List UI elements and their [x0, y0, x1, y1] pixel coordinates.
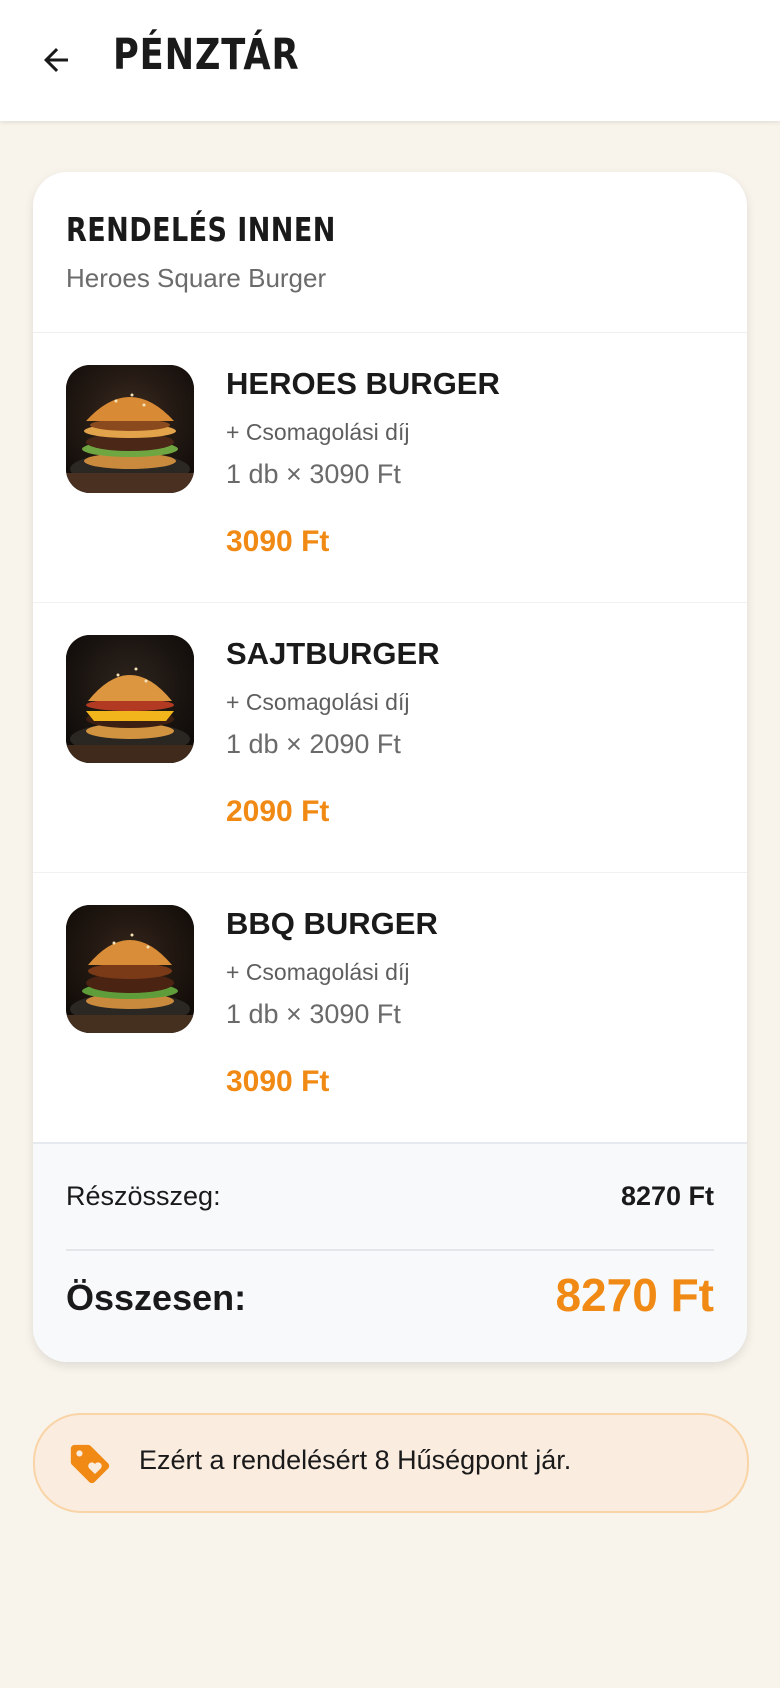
totals-section: Részösszeg: 8270 Ft Összesen: 8270 Ft: [33, 1142, 747, 1362]
item-price: 2090 Ft: [226, 795, 330, 828]
arrow-left-icon: [44, 48, 68, 72]
burger-image: [66, 365, 194, 493]
loyalty-text: Ezért a rendelésért 8 Hűségpont jár.: [139, 1445, 572, 1475]
subtotal-label: Részösszeg:: [66, 1181, 221, 1211]
item-extra: + Csomagolási díj: [226, 689, 410, 715]
item-price: 3090 Ft: [226, 525, 330, 558]
item-name: BBQ BURGER: [226, 906, 438, 941]
back-button[interactable]: [36, 40, 76, 80]
order-item: HEROES BURGER + Csomagolási díj 1 db × 3…: [33, 332, 747, 603]
order-item: SAJTBURGER + Csomagolási díj 1 db × 2090…: [33, 602, 747, 873]
item-quantity: 1 db × 3090 Ft: [226, 459, 401, 489]
subtotal-value: 8270 Ft: [620, 1181, 714, 1211]
item-quantity: 1 db × 2090 Ft: [226, 729, 401, 759]
burger-image: [66, 905, 194, 1033]
restaurant-name: Heroes Square Burger: [66, 263, 327, 293]
item-extra: + Csomagolási díj: [226, 419, 410, 445]
item-name: SAJTBURGER: [226, 636, 440, 671]
item-extra: + Csomagolási díj: [226, 959, 410, 985]
burger-image: [66, 635, 194, 763]
item-name: HEROES BURGER: [226, 366, 500, 401]
total-label: Összesen:: [66, 1277, 247, 1318]
restaurant-heading: RENDELÉS INNEN: [66, 210, 336, 249]
order-card: RENDELÉS INNEN Heroes Square Burger HERO…: [33, 172, 747, 1362]
loyalty-banner: Ezért a rendelésért 8 Hűségpont jár.: [33, 1413, 749, 1513]
app-bar: PÉNZTÁR: [0, 0, 780, 121]
item-price: 3090 Ft: [226, 1065, 330, 1098]
totals-divider: [66, 1249, 714, 1251]
order-item: BBQ BURGER + Csomagolási díj 1 db × 3090…: [33, 872, 747, 1143]
page-title: PÉNZTÁR: [113, 30, 300, 80]
total-value: 8270 Ft: [555, 1269, 714, 1321]
restaurant-section: RENDELÉS INNEN Heroes Square Burger: [33, 172, 747, 333]
tag-heart-icon: [70, 1444, 110, 1484]
item-quantity: 1 db × 3090 Ft: [226, 999, 401, 1029]
